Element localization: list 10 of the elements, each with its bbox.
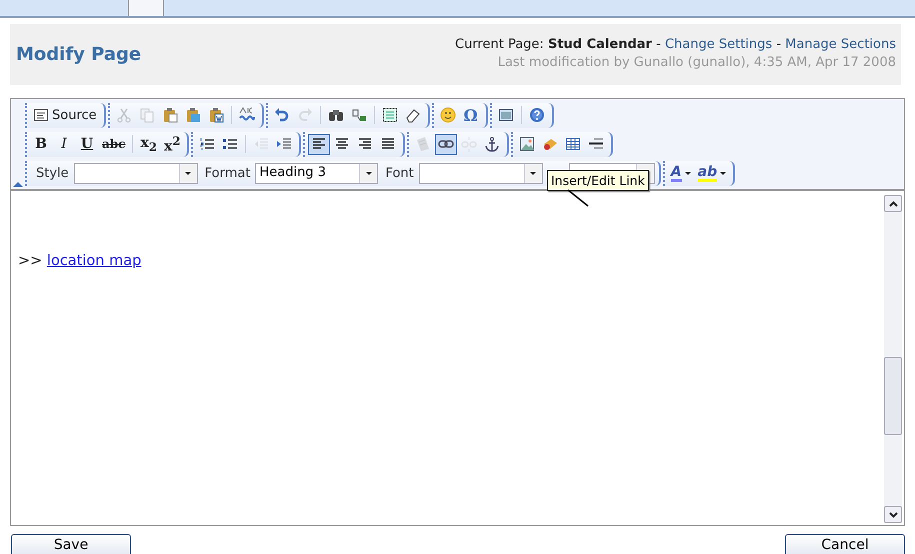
combo-label: Font — [385, 166, 414, 180]
separator-text: - — [776, 36, 782, 52]
content-paragraph: >> location map — [17, 253, 142, 269]
current-page-text: Current Page: Stud Calendar — [455, 36, 652, 52]
modification-text: Last modification by Gunallo (gunallo), 4:35 AM, Apr 17 2008 — [496, 54, 896, 72]
page-title: Modify Page — [16, 44, 142, 65]
combo-label: Format — [204, 166, 250, 180]
separator-text: - — [656, 36, 661, 52]
tooltip: Insert/Edit Link — [547, 170, 649, 191]
combo-label: Style — [36, 166, 69, 180]
